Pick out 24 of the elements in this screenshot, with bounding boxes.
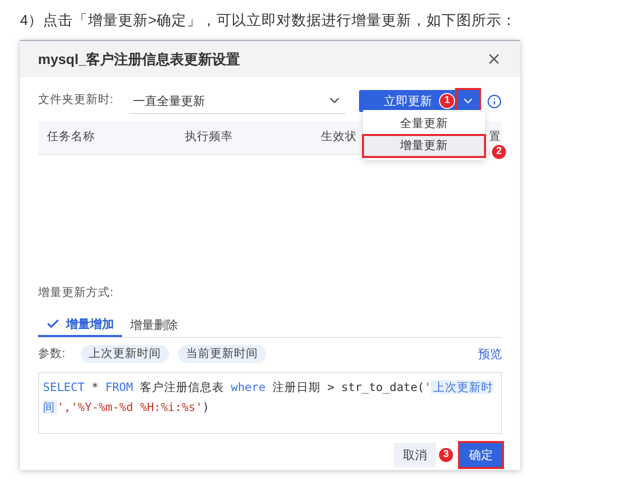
column-header: 任务名称 bbox=[47, 130, 96, 145]
info-icon[interactable] bbox=[487, 94, 502, 108]
column-header: 执行频率 bbox=[185, 130, 234, 145]
field-label: 文件夹更新时: bbox=[38, 92, 114, 108]
preview-link[interactable]: 预览 bbox=[478, 345, 502, 364]
cancel-button[interactable]: 取消 bbox=[394, 443, 436, 468]
mode-tab[interactable]: 增量增加 bbox=[38, 312, 122, 338]
mode-tab[interactable]: 增量删除 bbox=[122, 312, 186, 338]
caption: 4）点击「增量更新>确定」，可以立即对数据进行增量更新，如下图所示： bbox=[20, 12, 517, 31]
params-label: 参数: bbox=[38, 346, 66, 362]
section-label: 增量更新方式: bbox=[37, 285, 114, 301]
column-header: 置 bbox=[489, 130, 501, 145]
param-chip[interactable]: 上次更新时间 bbox=[81, 345, 170, 364]
step-badge: 3 bbox=[438, 447, 454, 464]
sql-editor[interactable]: SELECT * FROM 客户注册信息表 where 注册日期 > str_to_date(' 上次更新时间 ','%Y-%m-%d %H:%i:%s') bbox=[38, 372, 502, 434]
check-icon bbox=[46, 316, 60, 331]
param-chip[interactable]: 当前更新时间 bbox=[178, 345, 266, 364]
confirm-button[interactable]: 确定 bbox=[460, 443, 502, 468]
update-mode-select[interactable]: 一直全量更新 bbox=[128, 88, 346, 114]
dropdown-button[interactable] bbox=[457, 90, 480, 112]
menu-item[interactable]: 全量更新 bbox=[363, 113, 485, 135]
menu-item[interactable]: 增量更新 bbox=[363, 135, 485, 157]
column-header: 生效状 bbox=[321, 130, 358, 145]
dialog-title: mysql_客户注册信息表更新设置 bbox=[38, 50, 240, 69]
